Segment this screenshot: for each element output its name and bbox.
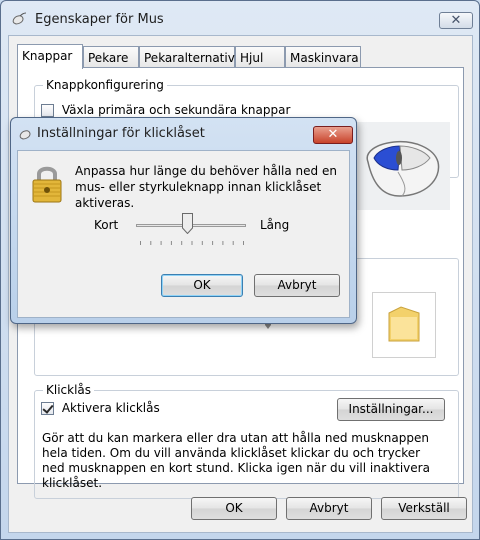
swap-buttons-row[interactable]: Växla primära och sekundära knappar xyxy=(41,103,290,117)
slider-ticks xyxy=(140,241,244,245)
tab-pekare[interactable]: Pekare xyxy=(83,46,139,68)
close-button[interactable]: ✕ xyxy=(439,12,473,29)
clicklock-checkbox-label: Aktivera klicklås xyxy=(61,401,160,415)
mouse-icon xyxy=(12,12,27,25)
ok-button[interactable]: OK xyxy=(191,497,277,520)
clicklock-description: Gör att du kan markera eller dra utan at… xyxy=(42,431,430,490)
mouse-illustration xyxy=(354,122,450,210)
slider-min-label: Kort xyxy=(94,218,119,232)
clicklock-time-slider-thumb[interactable] xyxy=(182,213,193,234)
dialog-close-button[interactable]: ✕ xyxy=(313,126,353,144)
button-config-legend: Knappkonfigurering xyxy=(46,78,164,92)
dialog-description: Anpassa hur länge du behöver hålla ned e… xyxy=(75,164,337,210)
clicklock-checkbox[interactable] xyxy=(41,402,54,415)
dialog-cancel-button[interactable]: Avbryt xyxy=(254,274,340,297)
folder-icon xyxy=(388,306,420,342)
mouse-image xyxy=(354,122,450,210)
swap-buttons-label: Växla primära och sekundära knappar xyxy=(61,103,291,117)
tab-knappar[interactable]: Knappar xyxy=(17,44,83,69)
slider-max-label: Lång xyxy=(260,218,290,232)
dialog-ok-button[interactable]: OK xyxy=(161,274,243,297)
test-folder[interactable] xyxy=(372,292,436,358)
tab-pekaralternativ[interactable]: Pekaralternativ xyxy=(139,46,235,68)
clicklock-row[interactable]: Aktivera klicklås xyxy=(41,401,160,415)
dialog-client: Anpassa hur länge du behöver hålla ned e… xyxy=(17,150,350,318)
clicklock-legend: Klicklås xyxy=(46,383,92,397)
swap-buttons-checkbox[interactable] xyxy=(41,104,54,117)
clicklock-settings-button[interactable]: Inställningar... xyxy=(337,398,445,421)
lock-icon xyxy=(32,166,62,203)
tab-maskinvara[interactable]: Maskinvara xyxy=(285,46,361,68)
dialog-title: Inställningar för klicklåset xyxy=(37,126,205,141)
tab-hjul[interactable]: Hjul xyxy=(235,46,285,68)
clicklock-settings-dialog: Inställningar för klicklåset ✕ Anpassa h… xyxy=(10,117,357,324)
apply-button[interactable]: Verkställ xyxy=(381,497,467,520)
title-bar[interactable]: Egenskaper för Mus ✕ xyxy=(1,1,479,35)
window-title: Egenskaper för Mus xyxy=(35,12,164,27)
cancel-button[interactable]: Avbryt xyxy=(286,497,372,520)
mouse-icon xyxy=(19,130,31,140)
